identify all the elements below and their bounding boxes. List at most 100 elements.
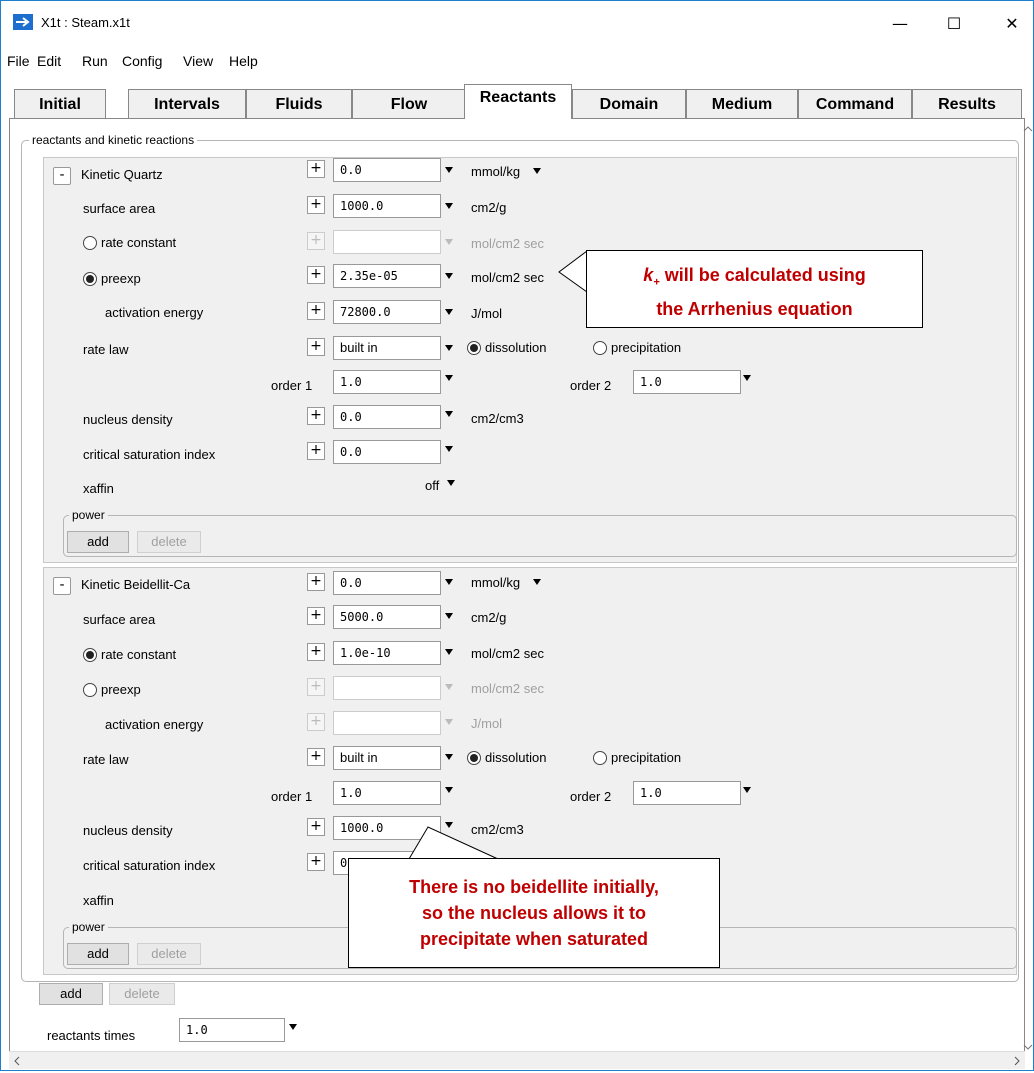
add-nucleus-density-button[interactable]: + [307,407,325,425]
chevron-down-icon[interactable] [533,579,541,585]
xaffin-value[interactable]: off [425,478,439,493]
power-add-button[interactable]: add [67,943,129,965]
add-rate-constant-button: + [307,232,325,250]
chevron-down-icon[interactable] [743,375,751,381]
add-rate-law-button[interactable]: + [307,748,325,766]
minimize-button[interactable]: — [877,9,923,39]
tab-domain[interactable]: Domain [572,89,686,119]
surface-area-field[interactable]: 1000.0 [333,194,441,218]
nucleus-callout: There is no beidellite initially, so the… [348,858,720,968]
dissolution-radio[interactable] [467,751,481,765]
amount-field[interactable]: 0.0 [333,571,441,595]
chevron-down-icon[interactable] [445,754,453,760]
add-nucleus-density-button[interactable]: + [307,818,325,836]
chevron-down-icon[interactable] [445,309,453,315]
add-rate-law-button[interactable]: + [307,338,325,356]
reactants-times-field[interactable]: 1.0 [179,1018,285,1042]
preexp-unit: mol/cm2 sec [471,270,544,285]
chevron-down-icon[interactable] [447,480,455,486]
chevron-down-icon[interactable] [445,822,453,828]
chevron-down-icon[interactable] [289,1024,297,1030]
horizontal-scrollbar[interactable] [9,1051,1025,1069]
activation-energy-field[interactable]: 72800.0 [333,300,441,324]
surface-area-label: surface area [83,612,156,627]
callout-line: precipitate when saturated [419,929,649,949]
dissolution-radio[interactable] [467,341,481,355]
vertical-scrollbar[interactable] [1021,119,1034,1053]
tab-command[interactable]: Command [798,89,912,119]
rate-constant-radio[interactable] [83,236,97,250]
tab-fluids[interactable]: Fluids [246,89,352,119]
close-button[interactable]: ✕ [989,9,1034,39]
power-add-button[interactable]: add [67,531,129,553]
power-label: power [69,920,108,934]
menu-file[interactable]: File [7,53,30,69]
rate-law-field[interactable]: built in [333,336,441,360]
precipitation-radio[interactable] [593,751,607,765]
chevron-down-icon[interactable] [445,787,453,793]
amount-unit[interactable]: mmol/kg [471,575,520,590]
add-amount-button[interactable]: + [307,160,325,178]
power-delete-button: delete [137,943,201,965]
add-rate-constant-button[interactable]: + [307,643,325,661]
amount-field[interactable]: 0.0 [333,158,441,182]
add-csi-button[interactable]: + [307,442,325,460]
chevron-down-icon[interactable] [445,273,453,279]
menu-run[interactable]: Run [82,53,108,69]
chevron-down-icon[interactable] [445,446,453,452]
title-bar: X1t : Steam.x1t — ☐ ✕ [1,1,1033,45]
order2-field[interactable]: 1.0 [633,781,741,805]
tab-medium[interactable]: Medium [686,89,798,119]
menu-help[interactable]: Help [229,53,258,69]
add-reactant-button[interactable]: add [39,983,103,1005]
amount-unit[interactable]: mmol/kg [471,164,520,179]
precipitation-label: precipitation [611,750,682,765]
rate-constant-radio[interactable] [83,648,97,662]
chevron-down-icon[interactable] [445,203,453,209]
chevron-down-icon[interactable] [445,613,453,619]
order2-label: order 2 [570,789,612,804]
csi-field[interactable]: 0.0 [333,440,441,464]
menu-view[interactable]: View [183,53,213,69]
chevron-down-icon[interactable] [445,167,453,173]
collapse-button[interactable]: - [53,577,71,595]
add-surface-area-button[interactable]: + [307,607,325,625]
preexp-radio[interactable] [83,683,97,697]
nucleus-density-field[interactable]: 1000.0 [333,816,441,840]
maximize-button[interactable]: ☐ [931,9,977,39]
chevron-down-icon[interactable] [445,579,453,585]
chevron-down-icon[interactable] [445,649,453,655]
preexp-radio[interactable] [83,272,97,286]
chevron-down-icon[interactable] [445,375,453,381]
collapse-button[interactable]: - [53,167,71,185]
add-preexp-button[interactable]: + [307,266,325,284]
chevron-down-icon[interactable] [743,787,751,793]
preexp-field[interactable]: 2.35e-05 [333,264,441,288]
chevron-down-icon[interactable] [533,168,541,174]
order1-field[interactable]: 1.0 [333,370,441,394]
tab-reactants[interactable]: Reactants [464,84,572,119]
tab-flow[interactable]: Flow [352,89,466,119]
activation-energy-label: activation energy [105,717,204,732]
surface-area-field[interactable]: 5000.0 [333,605,441,629]
tab-intervals[interactable]: Intervals [128,89,246,119]
menu-edit[interactable]: Edit [37,53,61,69]
tab-initial[interactable]: Initial [14,89,106,119]
menu-config[interactable]: Config [122,53,162,69]
add-activation-energy-button[interactable]: + [307,302,325,320]
add-amount-button[interactable]: + [307,573,325,591]
chevron-down-icon[interactable] [445,411,453,417]
order1-field[interactable]: 1.0 [333,781,441,805]
add-csi-button[interactable]: + [307,853,325,871]
chevron-down-icon[interactable] [445,345,453,351]
tab-results[interactable]: Results [912,89,1022,119]
rate-law-label: rate law [83,342,129,357]
xaffin-label: xaffin [83,481,114,496]
reactants-times-label: reactants times [47,1028,136,1043]
rate-law-field[interactable]: built in [333,746,441,770]
add-surface-area-button[interactable]: + [307,196,325,214]
nucleus-density-field[interactable]: 0.0 [333,405,441,429]
precipitation-radio[interactable] [593,341,607,355]
order2-field[interactable]: 1.0 [633,370,741,394]
rate-constant-field[interactable]: 1.0e-10 [333,641,441,665]
